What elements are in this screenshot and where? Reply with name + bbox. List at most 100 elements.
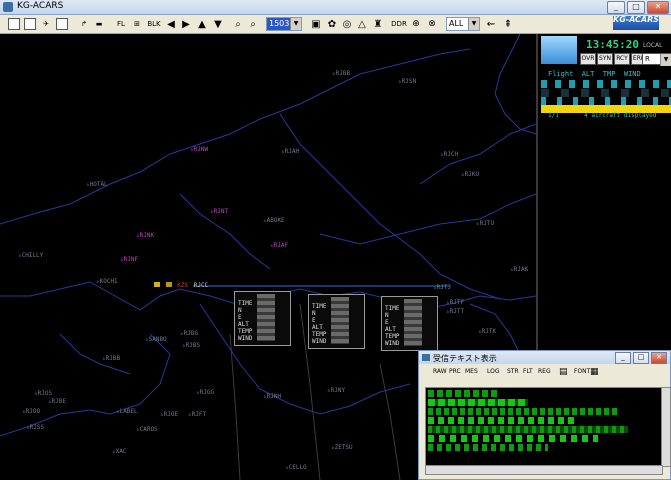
gear-icon[interactable]: ✿ [326, 17, 338, 31]
right-arrow-icon[interactable]: ▶ [181, 17, 191, 31]
waypoint-label[interactable]: ▵RJNK [136, 232, 154, 239]
prc-button[interactable]: PRC [449, 369, 461, 375]
up-arrow-icon[interactable]: ▲ [197, 17, 207, 31]
flight-row[interactable] [541, 97, 671, 105]
waypoint-label[interactable]: ▵RJOS [34, 390, 52, 397]
waypoint-label[interactable]: ▵RJBG [180, 330, 198, 337]
waypoint-label[interactable]: ▵RJTT [446, 308, 464, 315]
ndb-icon[interactable]: ⊕ [409, 17, 423, 31]
flt-button[interactable]: FLT [523, 369, 533, 375]
left-arrow-icon[interactable]: ◀ [166, 17, 176, 31]
waypoint-label[interactable]: ▵RJNH [263, 393, 281, 400]
waypoint-label[interactable]: ▵RJCH [440, 151, 458, 158]
table-icon[interactable] [24, 17, 36, 31]
selected-aircraft[interactable]: KZS RJCC [154, 282, 208, 289]
waypoint-label[interactable]: ▵RJBB [102, 355, 120, 362]
frame-icon[interactable]: ▣ [310, 17, 322, 31]
waypoint-label[interactable]: ▵RJSN [398, 78, 416, 85]
waypoint-label[interactable]: ▵RJOO [22, 408, 40, 415]
triangle-icon[interactable]: △ [356, 17, 368, 31]
flight-info-box[interactable]: TIME N E ALT TEMP WIND [381, 296, 438, 351]
received-text-area[interactable] [425, 387, 663, 467]
received-text-titlebar[interactable]: 受信テキスト表示 _ □ ✕ [419, 351, 670, 364]
mes-button[interactable]: MES [465, 369, 478, 375]
map-icon[interactable]: ✈ [40, 17, 52, 31]
zoom-in-icon[interactable]: ⌕ [233, 17, 243, 31]
raw-button[interactable]: RAW [433, 369, 447, 375]
waypoint-label[interactable]: ▵RJAF [270, 242, 288, 249]
maximize-button[interactable]: □ [627, 1, 645, 14]
flight-row[interactable] [541, 89, 671, 97]
filter-icon[interactable]: ⇞ [502, 17, 514, 31]
waypoint-label[interactable]: ▵XAC [112, 448, 126, 455]
minimize-button[interactable]: _ [615, 352, 631, 364]
clock-mode-label: LOCAL [643, 42, 663, 49]
cursor-icon[interactable]: ⊞ [130, 17, 144, 31]
tower-icon[interactable]: ♜ [372, 17, 384, 31]
flight-row[interactable] [541, 80, 671, 88]
waypoint-label[interactable]: ▵RJKU [461, 171, 479, 178]
save-icon[interactable]: ▤ [559, 368, 568, 377]
waypoint-label[interactable]: ▵RJTK [478, 328, 496, 335]
waypoint-label[interactable]: ▵RJBS [182, 342, 200, 349]
reg-button[interactable]: REG [538, 369, 551, 375]
waypoint-label[interactable]: ▵RJNT [210, 208, 228, 215]
waypoint-label[interactable]: ▵RJTU [476, 220, 494, 227]
waypoint-label[interactable]: ▵CELLO [285, 464, 307, 471]
target-icon[interactable]: ◎ [341, 17, 353, 31]
region-select[interactable]: R ▼ [642, 53, 671, 66]
mode-select[interactable]: ALL ▼ [446, 17, 480, 31]
route-icon[interactable]: ↱ [78, 17, 90, 31]
fl-button[interactable]: FL [114, 17, 128, 31]
app-icon [3, 2, 13, 12]
waypoint-label[interactable]: ▵RJNW [190, 146, 208, 153]
close-button[interactable]: ✕ [651, 352, 667, 364]
zoom-out-icon[interactable]: ⌕ [248, 17, 258, 31]
waypoint-label[interactable]: ▵RJSS [26, 424, 44, 431]
minimize-button[interactable]: _ [607, 1, 625, 14]
horizontal-scrollbar[interactable] [425, 465, 663, 475]
list-icon[interactable] [8, 17, 20, 31]
waypoint-label[interactable]: ▵SANBO [145, 336, 167, 343]
waypoint-label[interactable]: ▵RJOE [160, 411, 178, 418]
waypoint-label[interactable]: ▵ZETSU [331, 444, 353, 451]
waypoint-label[interactable]: ▵RJBE [48, 398, 66, 405]
str-button[interactable]: STR [507, 369, 519, 375]
waypoint-label[interactable]: ▵RJAK [510, 266, 528, 273]
runway-icon[interactable]: ⇜ [485, 17, 497, 31]
waypoint-label[interactable]: ▵RJFT [188, 411, 206, 418]
waypoint-label[interactable]: ▵RJNY [327, 387, 345, 394]
radar-thumbnail [541, 36, 577, 64]
syn-button[interactable]: SYN [597, 53, 613, 65]
truck-icon[interactable]: ▬ [93, 17, 105, 31]
waypoint-label[interactable]: ▵ABOKE [263, 217, 285, 224]
waypoint-label[interactable]: ▵CHILLY [18, 252, 43, 259]
waypoint-label[interactable]: ▵RJTF [446, 299, 464, 306]
waypoint-label[interactable]: ▵RJNF [120, 256, 138, 263]
color-icon[interactable]: ▦ [590, 368, 599, 377]
waypoint-label[interactable]: ▵LABEL [116, 408, 138, 415]
ovr-button[interactable]: OVR [580, 53, 596, 65]
close-button[interactable]: ✕ [647, 1, 669, 14]
rcy-button[interactable]: RCY [614, 53, 630, 65]
chart-select[interactable]: 1503 ▼ [266, 17, 302, 31]
font-button[interactable]: FONT [574, 369, 590, 375]
flight-info-box[interactable]: TIME N E ALT TEMP WIND [234, 291, 291, 346]
down-arrow-icon[interactable]: ▼ [213, 17, 223, 31]
vertical-scrollbar[interactable] [661, 387, 671, 467]
waypoint-label[interactable]: ▵RJBB [332, 70, 350, 77]
waypoint-label[interactable]: ▵RJTJ [433, 284, 451, 291]
log-button[interactable]: LOG [487, 369, 500, 375]
waypoint-label[interactable]: ▵KOCHI [96, 278, 118, 285]
maximize-button[interactable]: □ [633, 352, 649, 364]
blk-button[interactable]: BLK [147, 17, 161, 31]
received-text-toolbar: RAW PRC MES LOG STR FLT REG FONT ▤ ▦ [419, 365, 670, 385]
waypoint-label[interactable]: ▵CAROS [136, 426, 158, 433]
flight-info-box[interactable]: TIME N E ALT TEMP WIND [308, 294, 365, 349]
ddr-button[interactable]: DDR [391, 17, 407, 31]
waypoint-label[interactable]: ▵RJGG [196, 389, 214, 396]
waypoint-label[interactable]: ▵HOTAL [86, 181, 108, 188]
window-icon[interactable] [56, 17, 68, 31]
waypoint-label[interactable]: ▵RJAH [281, 148, 299, 155]
fix-icon[interactable]: ⊗ [425, 17, 439, 31]
